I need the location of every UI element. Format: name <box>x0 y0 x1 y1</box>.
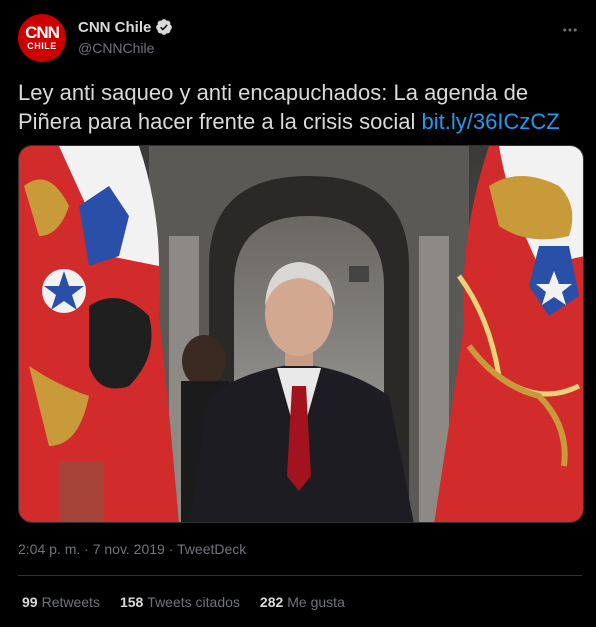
quote-tweets-stat[interactable]: 158 Tweets citados <box>120 594 240 610</box>
tweet-stats: 99 Retweets 158 Tweets citados 282 Me gusta <box>22 594 365 610</box>
divider <box>18 575 582 576</box>
tweet-timestamp[interactable]: 2:04 p. m. · 7 nov. 2019 · TweetDeck <box>18 541 246 557</box>
likes-count: 282 <box>259 594 284 610</box>
retweets-label: Retweets <box>41 594 100 610</box>
tweet-text: Ley anti saqueo y anti encapuchados: La … <box>18 78 578 136</box>
quote-tweets-label: Tweets citados <box>147 594 240 610</box>
likes-stat[interactable]: 282 Me gusta <box>260 594 345 610</box>
handle[interactable]: @CNNChile <box>78 40 173 56</box>
likes-label: Me gusta <box>287 594 345 610</box>
verified-badge-icon <box>156 19 173 35</box>
tweet-detail: CNN CHILE CNN Chile @CNNChile Ley anti s… <box>0 0 596 627</box>
display-name[interactable]: CNN Chile <box>78 19 151 36</box>
quote-tweets-count: 158 <box>119 594 144 610</box>
press-photo-image <box>19 146 583 522</box>
tweet-link[interactable]: bit.ly/36ICzCZ <box>422 109 560 134</box>
tweet-photo[interactable] <box>18 145 584 523</box>
avatar-logo-subtext: CHILE <box>27 41 57 51</box>
tweet-header: CNN CHILE CNN Chile @CNNChile <box>18 14 582 62</box>
more-horizontal-icon <box>563 28 577 32</box>
retweets-count: 99 <box>22 594 38 610</box>
display-name-row: CNN Chile <box>78 18 173 36</box>
more-options-button[interactable] <box>558 18 582 42</box>
author-names: CNN Chile @CNNChile <box>78 18 173 56</box>
retweets-stat[interactable]: 99 Retweets <box>22 594 100 610</box>
avatar[interactable]: CNN CHILE <box>18 14 66 62</box>
avatar-logo-text: CNN <box>25 23 60 42</box>
